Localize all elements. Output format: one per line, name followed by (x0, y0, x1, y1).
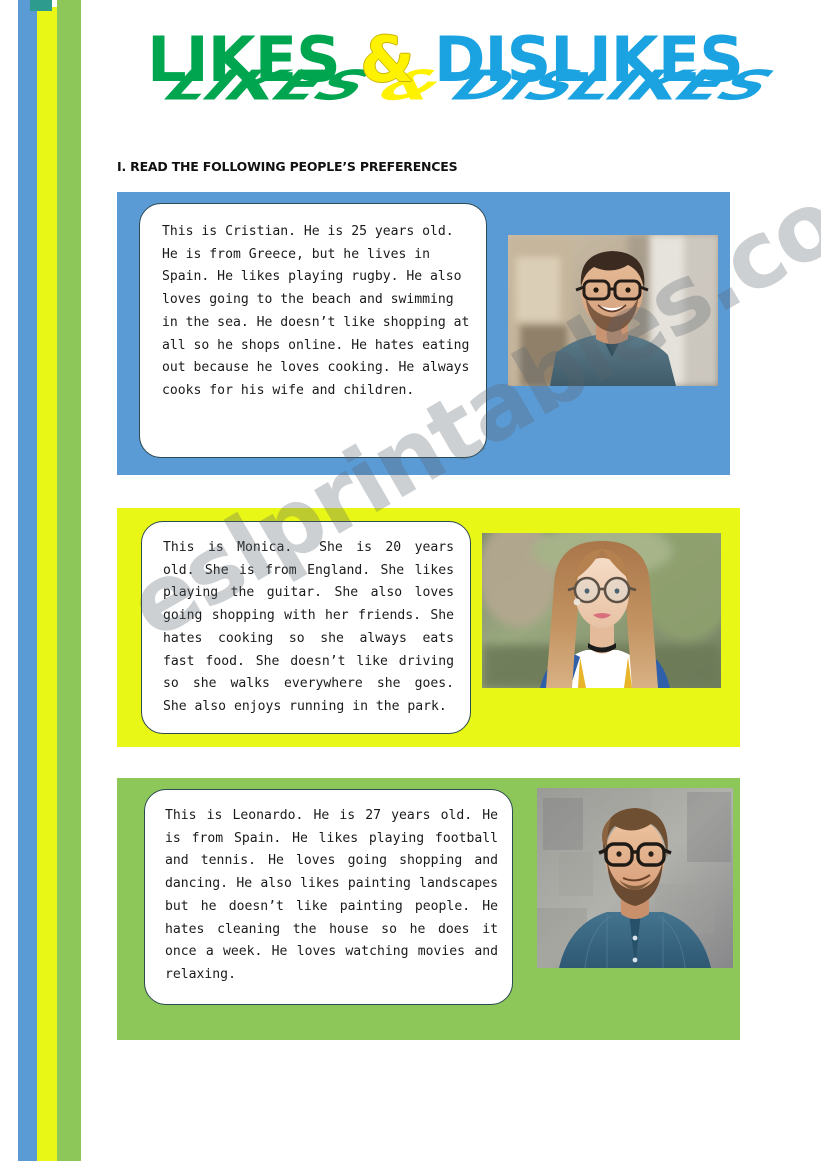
photo-monica (482, 533, 721, 688)
person-panel-leonardo: This is Leonardo. He is 27 years old. He… (117, 778, 740, 1040)
title-word-likes: LIKES (147, 23, 341, 96)
person-text-leonardo: This is Leonardo. He is 27 years old. He… (165, 808, 506, 982)
title-ampersand-icon: & (360, 23, 414, 96)
stripe-green (57, 0, 81, 1161)
person-text-monica: This is Monica. She is 20 years old. She… (163, 540, 462, 714)
photo-cristian (508, 235, 718, 386)
person-text-cristian: This is Cristian. He is 25 years old. He… (162, 224, 478, 398)
stripe-blue (18, 0, 37, 1161)
stripe-yellow (37, 7, 57, 1161)
photo-monica-illustration (482, 533, 721, 688)
photo-leonardo (537, 788, 733, 968)
instruction-heading: I. READ THE FOLLOWING PEOPLE’S PREFERENC… (117, 159, 458, 174)
text-bubble-monica: This is Monica. She is 20 years old. She… (141, 521, 471, 734)
page-title: LIKES & DISLIKES LIKES & DISLIKES (95, 20, 795, 120)
photo-leonardo-illustration (537, 788, 733, 968)
person-panel-monica: This is Monica. She is 20 years old. She… (117, 508, 740, 747)
person-panel-cristian: This is Cristian. He is 25 years old. He… (117, 192, 730, 475)
title-word-dislikes: DISLIKES (434, 23, 744, 96)
page-title-text: LIKES & DISLIKES (95, 20, 795, 100)
left-decorative-stripes (0, 0, 81, 1161)
stripe-teal-cap (30, 0, 52, 11)
text-bubble-cristian: This is Cristian. He is 25 years old. He… (139, 203, 487, 458)
text-bubble-leonardo: This is Leonardo. He is 27 years old. He… (144, 789, 513, 1005)
photo-cristian-illustration (508, 235, 718, 386)
